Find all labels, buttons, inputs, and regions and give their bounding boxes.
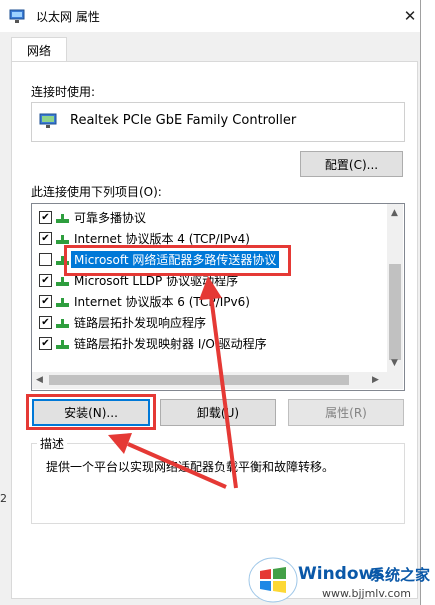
annotation-arrows: [108, 276, 238, 489]
annotation-arrow-up: [199, 276, 238, 489]
annotation-arrow-left: [108, 433, 227, 489]
watermark-site-name: 系统之家: [370, 566, 431, 584]
watermark-url: www.bjjmlv.com: [322, 587, 411, 600]
